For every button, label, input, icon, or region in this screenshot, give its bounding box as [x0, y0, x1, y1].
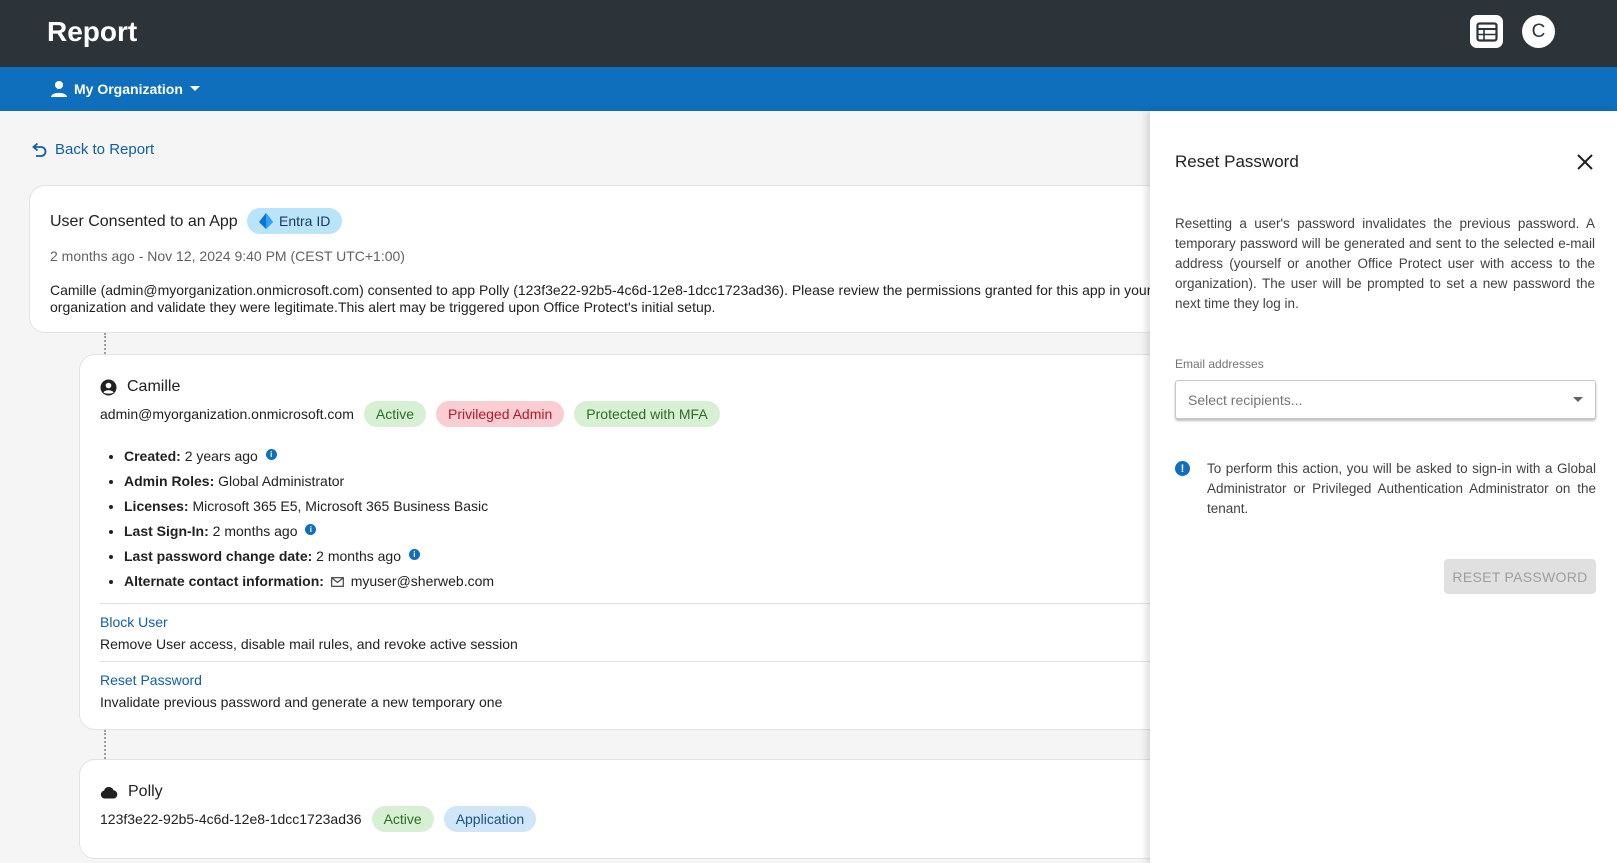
organization-selector[interactable]: My Organization [50, 77, 201, 101]
dropdown-arrow-icon[interactable] [1573, 397, 1583, 402]
detail-created: Created: 2 years ago i [124, 444, 494, 469]
reset-password-description: Invalidate previous password and generat… [100, 694, 503, 710]
app-card: Polly 123f3e22-92b5-4c6d-12e8-1dcc1723ad… [79, 759, 1150, 859]
app-name-row: Polly [100, 783, 163, 801]
email-addresses-label: Email addresses [1175, 357, 1264, 371]
application-chip: Application [443, 806, 537, 832]
main-content: Back to Report User Consented to an App … [0, 111, 1150, 863]
mail-icon [330, 577, 344, 587]
entra-id-label: Entra ID [279, 213, 331, 229]
divider [100, 603, 1150, 604]
reset-password-action: Reset Password Invalidate previous passw… [100, 672, 502, 710]
divider [100, 661, 1150, 662]
info-icon[interactable]: i [305, 524, 317, 535]
reset-password-link[interactable]: Reset Password [100, 672, 502, 688]
email-recipients-select[interactable] [1175, 380, 1596, 419]
caret-down-icon [189, 86, 200, 91]
user-name: Camille [127, 378, 181, 395]
organization-bar: My Organization [0, 67, 1617, 111]
block-user-link[interactable]: Block User [100, 614, 518, 630]
alert-card: User Consented to an App Entra ID 2 mont… [29, 185, 1150, 333]
info-icon[interactable]: i [408, 549, 420, 560]
detail-password-change: Last password change date: 2 months ago … [124, 544, 494, 569]
close-icon[interactable] [1576, 153, 1594, 171]
report-view-button[interactable] [1470, 15, 1503, 48]
user-card: Camille admin@myorganization.onmicrosoft… [79, 354, 1150, 730]
report-table-icon [1475, 21, 1498, 42]
drawer-description: Resetting a user's password invalidates … [1175, 216, 1595, 311]
block-user-action: Block User Remove User access, disable m… [100, 614, 518, 652]
alert-info-icon: ! [1175, 461, 1190, 476]
active-chip: Active [371, 806, 434, 832]
entra-logo-icon [259, 213, 273, 229]
alert-title: User Consented to an App [50, 213, 238, 230]
cloud-icon [100, 786, 118, 798]
entra-id-chip: Entra ID [247, 208, 343, 234]
block-user-description: Remove User access, disable mail rules, … [100, 636, 518, 652]
notice-text: To perform this action, you will be aske… [1207, 461, 1596, 516]
app-title: Report [47, 16, 138, 47]
mfa-chip: Protected with MFA [574, 401, 720, 427]
user-name-row: Camille [100, 378, 180, 396]
drawer-title: Reset Password [1175, 152, 1299, 171]
user-status-row: admin@myorganization.onmicrosoft.com Act… [100, 401, 720, 427]
tree-connector [104, 333, 106, 354]
back-link-label: Back to Report [55, 141, 155, 158]
alert-timestamp: 2 months ago - Nov 12, 2024 9:40 PM (CES… [50, 248, 405, 264]
detail-last-sign-in: Last Sign-In: 2 months ago i [124, 519, 494, 544]
email-recipients-input[interactable] [1176, 381, 1556, 418]
app-name: Polly [128, 783, 163, 800]
app-id: 123f3e22-92b5-4c6d-12e8-1dcc1723ad36 [100, 811, 362, 827]
undo-arrow-icon [32, 142, 47, 157]
user-email: admin@myorganization.onmicrosoft.com [100, 406, 354, 422]
person-icon [51, 81, 67, 97]
active-chip: Active [363, 401, 426, 427]
detail-admin-roles: Admin Roles: Global Administrator [124, 469, 494, 494]
user-avatar[interactable]: C [1522, 15, 1555, 48]
top-bar: Report C [0, 0, 1617, 67]
organization-name: My Organization [74, 81, 183, 97]
alert-description: Camille (admin@myorganization.onmicrosof… [50, 282, 1150, 315]
info-icon[interactable]: i [265, 449, 277, 460]
reset-password-drawer: Reset Password Resetting a user's passwo… [1150, 111, 1617, 863]
user-details-list: Created: 2 years ago i Admin Roles: Glob… [124, 444, 494, 594]
privileged-admin-chip: Privileged Admin [436, 401, 565, 427]
detail-alternate-contact: Alternate contact information: myuser@sh… [124, 569, 494, 594]
account-circle-icon [100, 379, 117, 395]
detail-licenses: Licenses: Microsoft 365 E5, Microsoft 36… [124, 494, 494, 519]
back-to-report-link[interactable]: Back to Report [31, 141, 154, 158]
tree-connector [104, 730, 106, 759]
reset-password-button[interactable]: RESET PASSWORD [1444, 559, 1596, 594]
app-status-row: 123f3e22-92b5-4c6d-12e8-1dcc1723ad36 Act… [100, 806, 537, 832]
